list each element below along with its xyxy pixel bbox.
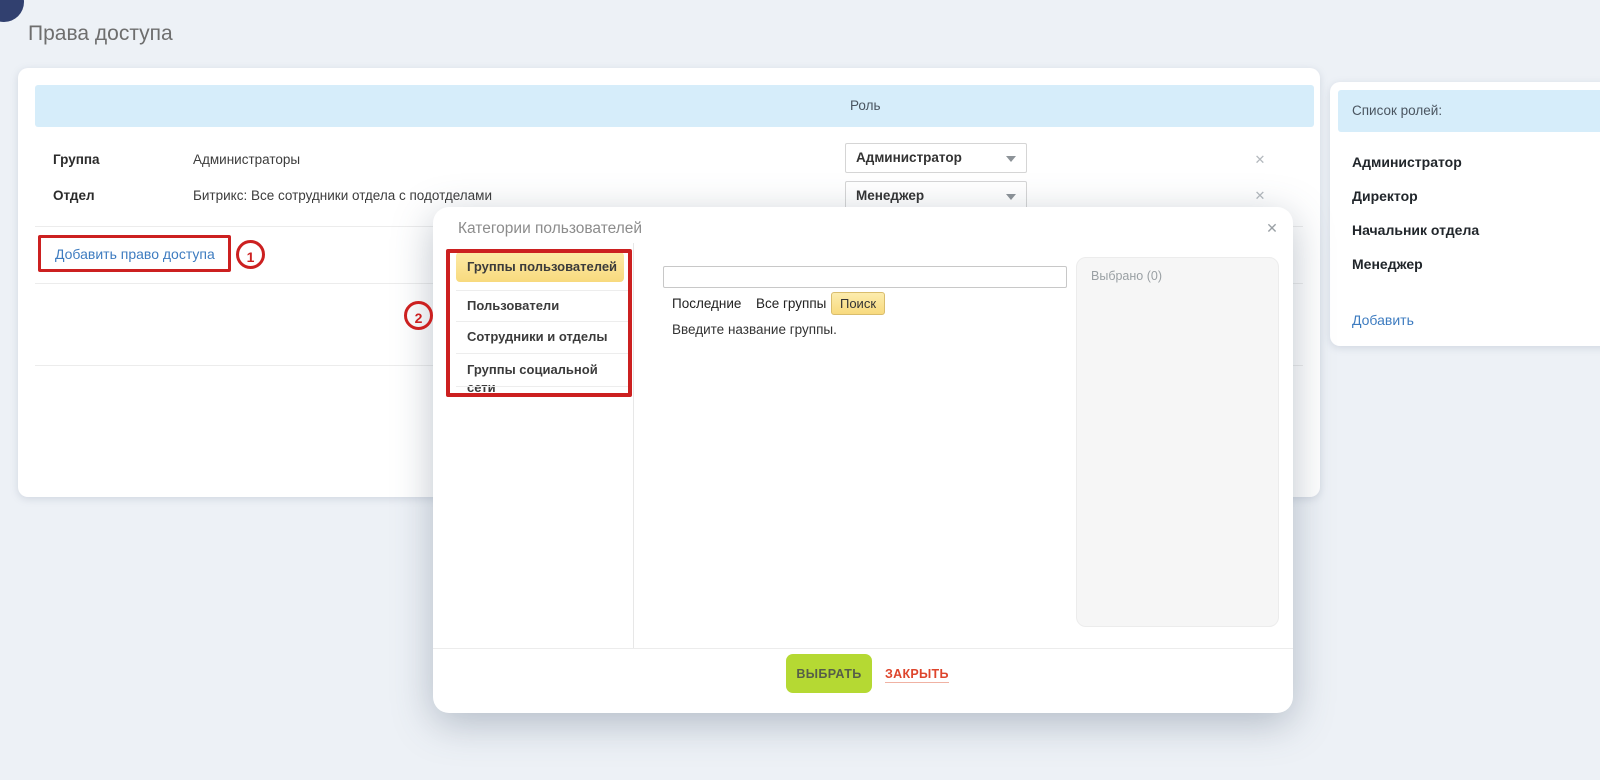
remove-row-icon[interactable]: ✕: [1250, 152, 1270, 168]
user-categories-modal: Категории пользователей ✕ Группы пользов…: [433, 207, 1293, 713]
modal-title: Категории пользователей: [458, 220, 642, 238]
divider: [456, 290, 628, 291]
row-subject-group: Администраторы: [193, 152, 300, 168]
page-root: Права доступа Роль Группа Администраторы…: [0, 0, 1600, 780]
category-item-user-groups[interactable]: Группы пользователей: [456, 252, 624, 282]
divider: [456, 321, 628, 322]
add-role-link[interactable]: Добавить: [1352, 312, 1414, 328]
group-search-input[interactable]: [663, 266, 1067, 288]
role-item-head-of-department[interactable]: Начальник отдела: [1352, 222, 1479, 239]
page-title: Права доступа: [28, 22, 173, 46]
chevron-down-icon: [1006, 156, 1016, 162]
role-item-administrator[interactable]: Администратор: [1352, 154, 1462, 171]
divider: [433, 648, 1293, 649]
table-header-band: Роль: [35, 85, 1314, 127]
category-item-social-groups[interactable]: Группы социальной сети: [456, 361, 628, 397]
sidebar-divider: [633, 243, 634, 648]
category-item-users[interactable]: Пользователи: [456, 297, 628, 315]
chevron-down-icon: [1006, 194, 1016, 200]
search-hint-text: Введите название группы.: [672, 321, 837, 339]
roles-list-panel: Список ролей: Администратор Директор Нач…: [1330, 82, 1600, 346]
roles-list-title: Список ролей:: [1352, 90, 1442, 132]
role-item-manager[interactable]: Менеджер: [1352, 256, 1423, 273]
modal-close-icon[interactable]: ✕: [1261, 218, 1283, 238]
role-select-group[interactable]: Администратор: [845, 143, 1027, 173]
selected-count-label: Выбрано (0): [1091, 269, 1162, 283]
annotation-step1-badge: 1: [236, 240, 265, 269]
select-button[interactable]: ВЫБРАТЬ: [786, 654, 872, 693]
row-subject-department: Битрикс: Все сотрудники отдела с подотде…: [193, 188, 492, 204]
tab-all-groups[interactable]: Все группы: [756, 295, 826, 312]
tab-recent[interactable]: Последние: [672, 295, 741, 312]
category-item-employees-departments[interactable]: Сотрудники и отделы: [456, 328, 628, 346]
roles-header-band: Список ролей:: [1338, 90, 1600, 132]
corner-decoration: [0, 0, 24, 22]
selected-items-panel: Выбрано (0): [1076, 257, 1279, 627]
remove-row-icon[interactable]: ✕: [1250, 188, 1270, 204]
role-item-director[interactable]: Директор: [1352, 188, 1418, 205]
tab-search[interactable]: Поиск: [831, 292, 885, 315]
annotation-step2-badge: 2: [404, 301, 433, 330]
role-select-value: Администратор: [856, 144, 962, 172]
role-column-header: Роль: [850, 85, 881, 127]
divider: [456, 353, 628, 354]
add-access-right-link[interactable]: Добавить право доступа: [55, 246, 215, 262]
close-button[interactable]: ЗАКРЫТЬ: [885, 666, 949, 683]
role-select-value: Менеджер: [856, 182, 924, 210]
row-type-label-department: Отдел: [53, 188, 95, 204]
row-type-label-group: Группа: [53, 152, 100, 168]
divider: [456, 386, 628, 387]
